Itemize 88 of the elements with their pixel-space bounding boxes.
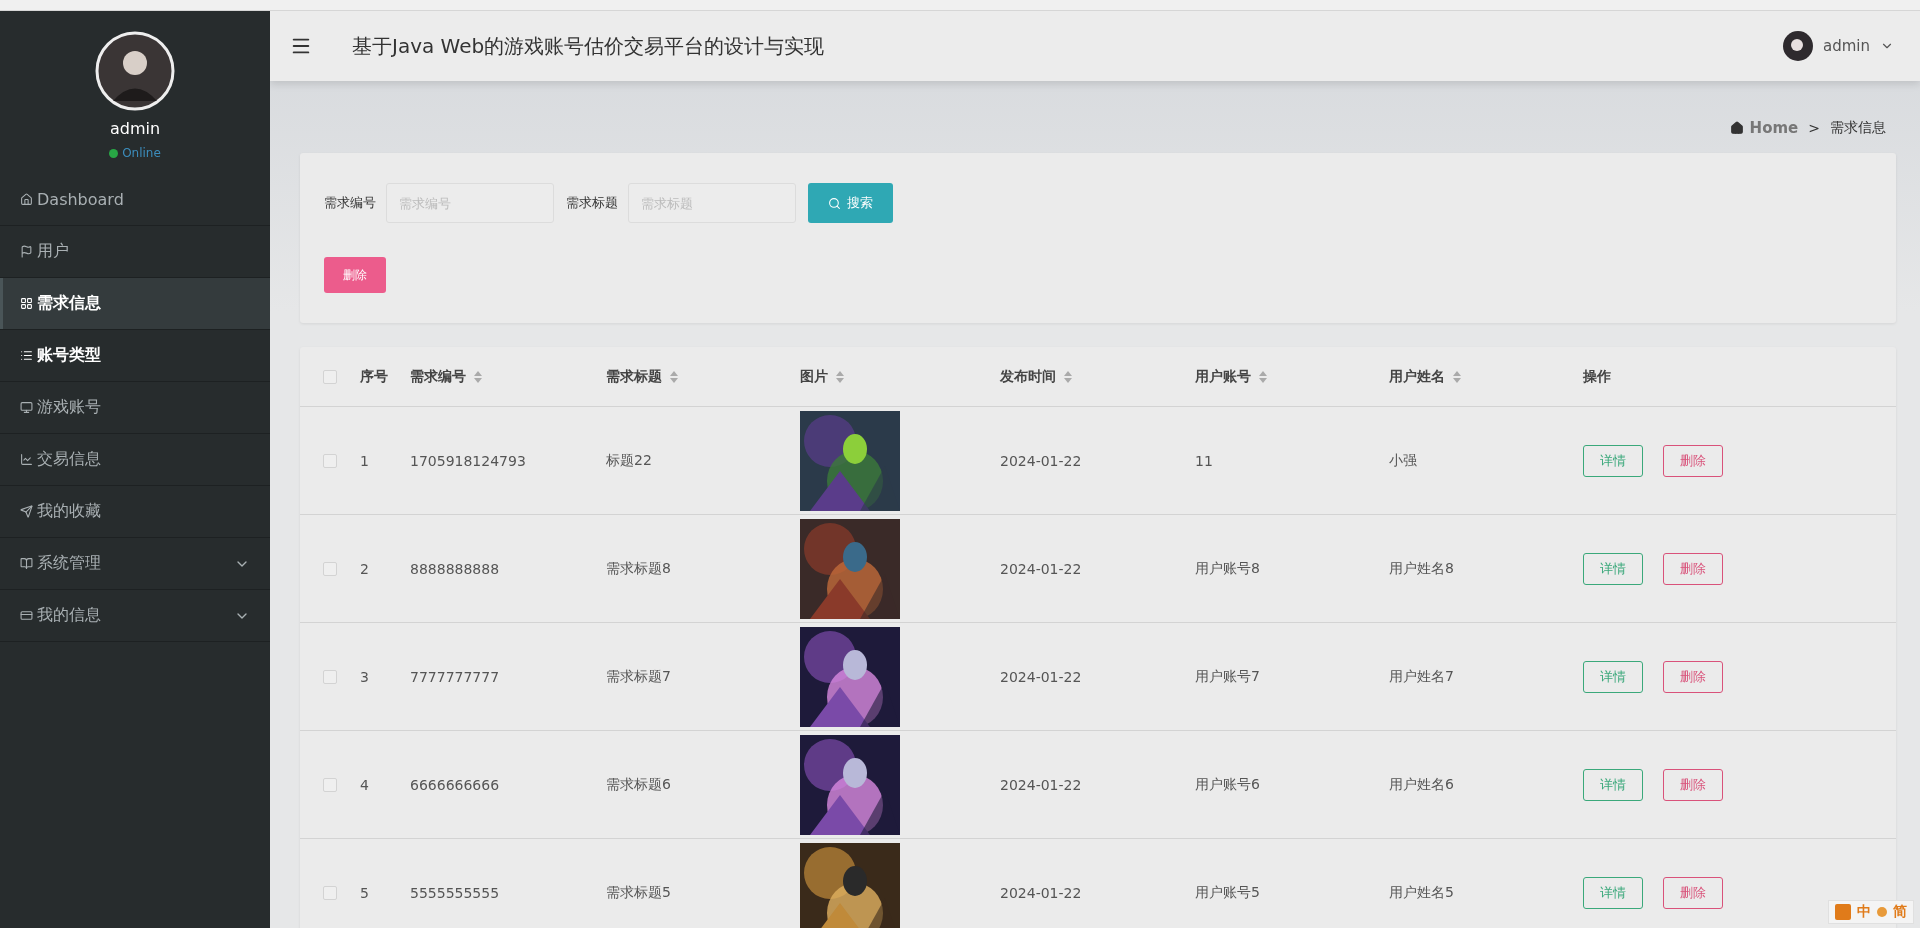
table-cell-text: 用户姓名5 bbox=[1389, 883, 1455, 902]
delete-button[interactable]: 删除 bbox=[1663, 660, 1723, 693]
ime-script[interactable]: 简 bbox=[1893, 903, 1907, 921]
card-icon bbox=[20, 609, 33, 622]
table-cell-text: 7777777777 bbox=[410, 668, 501, 685]
user-menu[interactable]: admin bbox=[1777, 30, 1900, 62]
page-title: 基于Java Web的游戏账号估价交易平台的设计与实现 bbox=[352, 32, 826, 60]
table-cell-text: 需求标题7 bbox=[606, 667, 672, 686]
checkbox[interactable] bbox=[323, 369, 337, 384]
table-cell-text: 2 bbox=[360, 560, 370, 577]
detail-button[interactable]: 详情 bbox=[1583, 552, 1643, 585]
table-cell-text: 2024-01-22 bbox=[1000, 884, 1083, 901]
grid-icon bbox=[20, 297, 33, 310]
sort-icon[interactable] bbox=[670, 370, 678, 383]
delete-button[interactable]: 删除 bbox=[1663, 768, 1723, 801]
breadcrumb-separator: > bbox=[1808, 120, 1820, 136]
delete-button[interactable]: 删除 bbox=[1663, 444, 1723, 477]
table-cell-text: 用户姓名8 bbox=[1389, 559, 1455, 578]
breadcrumb-current: 需求信息 bbox=[1830, 119, 1886, 137]
menu-item[interactable]: 需求信息 bbox=[0, 278, 270, 330]
column-header: 用户姓名 bbox=[1389, 367, 1445, 386]
table-cell-text: 11 bbox=[1195, 452, 1214, 469]
delete-button[interactable]: 删除 bbox=[324, 257, 386, 293]
checkbox[interactable] bbox=[323, 561, 337, 576]
table-cell-text: 1 bbox=[360, 452, 370, 469]
book-icon bbox=[20, 557, 33, 570]
delete-button[interactable]: 删除 bbox=[1663, 552, 1723, 585]
sort-icon[interactable] bbox=[1064, 370, 1072, 383]
status-dot bbox=[109, 148, 119, 158]
table-cell-text: 8888888888 bbox=[410, 560, 501, 577]
home-icon bbox=[1729, 121, 1744, 135]
sort-icon[interactable] bbox=[836, 370, 844, 383]
flag-icon bbox=[20, 245, 33, 258]
table-cell-text: 需求标题8 bbox=[606, 559, 672, 578]
checkbox[interactable] bbox=[323, 777, 337, 792]
table-cell-text: 2024-01-22 bbox=[1000, 776, 1083, 793]
column-header: 需求标题 bbox=[606, 367, 662, 386]
table-cell-text: 5 bbox=[360, 884, 370, 901]
detail-button[interactable]: 详情 bbox=[1583, 444, 1643, 477]
column-header: 需求编号 bbox=[410, 367, 466, 386]
column-header: 操作 bbox=[1583, 367, 1611, 386]
table-cell-text: 用户账号5 bbox=[1195, 883, 1261, 902]
table-cell-text: 用户账号8 bbox=[1195, 559, 1261, 578]
ime-logo-icon bbox=[1835, 904, 1851, 920]
table-cell-text: 5555555555 bbox=[410, 884, 501, 901]
chart-icon bbox=[20, 453, 33, 466]
table-cell-text: 用户账号6 bbox=[1195, 775, 1261, 794]
ime-mode[interactable]: 中 bbox=[1857, 903, 1871, 921]
detail-button[interactable]: 详情 bbox=[1583, 876, 1643, 909]
table-cell-text: 用户账号7 bbox=[1195, 667, 1261, 686]
table-cell-text: 3 bbox=[360, 668, 370, 685]
field-label: 需求标题 bbox=[566, 194, 618, 212]
table-cell-text: 标题22 bbox=[606, 451, 653, 470]
detail-button[interactable]: 详情 bbox=[1583, 768, 1643, 801]
table-cell-text: 用户姓名6 bbox=[1389, 775, 1455, 794]
table-cell-text: 1705918124793 bbox=[410, 452, 527, 469]
column-header: 图片 bbox=[800, 367, 828, 386]
column-header: 发布时间 bbox=[1000, 367, 1056, 386]
table-cell-text: 需求标题6 bbox=[606, 775, 672, 794]
checkbox[interactable] bbox=[323, 885, 337, 900]
table-cell-text: 需求标题5 bbox=[606, 883, 672, 902]
search-button[interactable]: 搜索 bbox=[808, 183, 893, 223]
table-cell-text: 2024-01-22 bbox=[1000, 668, 1083, 685]
table-cell-text: 用户姓名7 bbox=[1389, 667, 1455, 686]
field-label: 需求编号 bbox=[324, 194, 376, 212]
table-cell-text: 2024-01-22 bbox=[1000, 560, 1083, 577]
table-cell-text: 6666666666 bbox=[410, 776, 501, 793]
avatar bbox=[1783, 31, 1813, 61]
home-icon bbox=[20, 193, 33, 206]
status-text: Online bbox=[122, 146, 161, 160]
table-cell-text: 2024-01-22 bbox=[1000, 452, 1083, 469]
user-name: admin bbox=[109, 119, 161, 138]
sort-icon[interactable] bbox=[1453, 370, 1461, 383]
checkbox[interactable] bbox=[323, 453, 337, 468]
delete-button[interactable]: 删除 bbox=[1663, 876, 1723, 909]
paper-plane-icon bbox=[20, 505, 33, 518]
monitor-icon bbox=[20, 401, 33, 414]
table-cell-text: 4 bbox=[360, 776, 370, 793]
search-icon bbox=[828, 196, 841, 210]
detail-button[interactable]: 详情 bbox=[1583, 660, 1643, 693]
sort-icon[interactable] bbox=[1259, 370, 1267, 383]
checkbox[interactable] bbox=[323, 669, 337, 684]
column-header: 序号 bbox=[360, 367, 388, 386]
sort-icon[interactable] bbox=[474, 370, 482, 383]
table-cell-text: 小强 bbox=[1389, 451, 1418, 470]
list-icon bbox=[20, 349, 33, 362]
column-header: 用户账号 bbox=[1195, 367, 1251, 386]
home-link[interactable]: Home bbox=[1729, 119, 1799, 137]
